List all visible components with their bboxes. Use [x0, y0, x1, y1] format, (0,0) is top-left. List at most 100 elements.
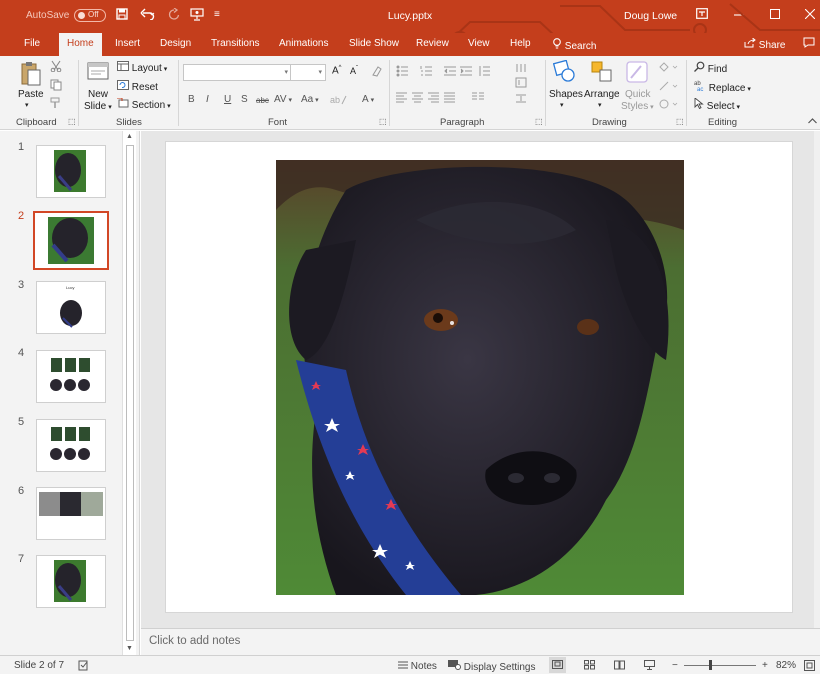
collapse-ribbon-icon[interactable] — [808, 116, 817, 126]
comments-icon[interactable] — [803, 37, 815, 51]
user-name[interactable]: Doug Lowe — [624, 10, 677, 22]
bold-button[interactable]: B — [188, 94, 195, 105]
new-slide-icon[interactable] — [86, 60, 110, 87]
grow-font-button[interactable]: A^ — [332, 65, 342, 76]
notes-placeholder[interactable]: Click to add notes — [149, 635, 240, 647]
reading-view-button[interactable] — [614, 660, 625, 673]
case-label: Aa — [301, 94, 314, 105]
editor-scrollbar[interactable] — [814, 131, 820, 628]
fit-to-window-icon[interactable] — [804, 660, 815, 674]
drawing-launcher-icon[interactable]: ⬚ — [676, 117, 684, 126]
highlight-icon[interactable]: ab — [330, 94, 350, 109]
ribbon-display-icon[interactable] — [696, 8, 708, 22]
scroll-up-icon[interactable]: ▲ — [126, 133, 133, 140]
slide-thumbnail-6[interactable] — [36, 487, 106, 540]
clear-formatting-icon[interactable] — [371, 65, 383, 80]
dog-photo[interactable] — [276, 160, 684, 595]
font-color-button[interactable]: A ▾ — [362, 94, 374, 105]
tab-view[interactable]: View — [468, 38, 490, 49]
chevron-down-icon[interactable]: ▾ — [598, 101, 602, 109]
cut-icon[interactable] — [50, 60, 62, 75]
chevron-down-icon[interactable]: ▾ — [560, 101, 564, 109]
italic-button[interactable]: I — [206, 94, 209, 105]
close-icon[interactable] — [804, 8, 816, 22]
slide-thumbnail-1[interactable] — [36, 145, 106, 198]
shapes-button[interactable]: Shapes — [549, 89, 583, 100]
character-spacing-button[interactable]: AV ▾ — [274, 94, 292, 105]
font-size-combobox[interactable]: ▾ — [290, 64, 326, 81]
zoom-level[interactable]: 82% — [776, 660, 796, 671]
spelling-icon[interactable] — [78, 660, 89, 674]
maximize-icon[interactable] — [770, 8, 780, 22]
section-button[interactable]: Section ▾ — [117, 97, 171, 111]
paste-dropdown-icon[interactable]: ▾ — [25, 101, 29, 109]
slide-thumbnail-2[interactable] — [33, 211, 109, 270]
shape-fill-icon[interactable] — [658, 61, 678, 76]
reset-button[interactable]: Reset — [117, 80, 158, 93]
paragraph-controls[interactable] — [396, 64, 536, 110]
shape-effects-icon[interactable] — [658, 98, 678, 113]
slide-thumbnail-7[interactable] — [36, 555, 106, 608]
normal-view-button[interactable] — [549, 657, 566, 673]
notes-pane[interactable]: Click to add notes — [141, 628, 820, 655]
layout-button[interactable]: Layout ▾ — [117, 61, 167, 74]
new-slide-button[interactable]: Slide ▾ — [84, 101, 112, 112]
copy-icon[interactable] — [50, 79, 64, 94]
tab-design[interactable]: Design — [160, 38, 191, 49]
new-slide-label-1[interactable]: New — [88, 89, 108, 100]
slide-4-preview — [50, 358, 90, 391]
tab-transitions[interactable]: Transitions — [211, 38, 260, 49]
quick-styles-button[interactable]: Styles ▾ — [621, 101, 654, 112]
slideshow-button[interactable] — [644, 660, 655, 673]
scroll-down-icon[interactable]: ▼ — [126, 645, 133, 652]
tab-slideshow[interactable]: Slide Show — [349, 38, 399, 49]
tab-insert[interactable]: Insert — [115, 38, 140, 49]
slide-thumbnail-5[interactable] — [36, 419, 106, 472]
zoom-out-button[interactable]: − — [672, 660, 678, 671]
strikethrough-button[interactable]: abc — [256, 96, 269, 105]
align-text-icon — [516, 94, 526, 103]
arrange-icon[interactable] — [590, 60, 614, 87]
format-painter-icon[interactable] — [50, 97, 62, 112]
arrange-button[interactable]: Arrange — [584, 89, 620, 100]
tab-home[interactable]: Home — [59, 33, 102, 56]
minimize-icon[interactable] — [734, 8, 744, 22]
paste-icon[interactable] — [20, 60, 42, 91]
replace-button[interactable]: ab ac Replace ▾ — [694, 80, 751, 94]
search-box[interactable]: Search — [552, 38, 596, 52]
tab-animations[interactable]: Animations — [279, 38, 328, 49]
find-button[interactable]: Find — [694, 61, 727, 75]
quick-styles-icon[interactable] — [625, 60, 649, 87]
ribbon: Paste ▾ Clipboard ⬚ New Slide ▾ Layout ▾… — [0, 56, 820, 130]
tab-review[interactable]: Review — [416, 38, 449, 49]
tab-help[interactable]: Help — [510, 38, 531, 49]
zoom-slider-track[interactable] — [684, 665, 756, 666]
slide-number: 4 — [18, 347, 25, 359]
shrink-font-button[interactable]: Aˇ — [350, 66, 358, 76]
shapes-icon[interactable] — [552, 59, 577, 87]
slide-canvas[interactable] — [165, 141, 793, 613]
shape-outline-icon[interactable] — [658, 80, 678, 95]
slide-thumbnails-pane: 1 2 3 Lucy 4 5 6 7 ▲ ▼ — [0, 131, 140, 657]
share-button[interactable]: Share — [744, 37, 785, 51]
paragraph-launcher-icon[interactable]: ⬚ — [535, 117, 543, 126]
paste-button[interactable]: Paste — [18, 89, 44, 100]
notes-button[interactable]: Notes — [398, 660, 437, 672]
thumbnails-scrollbar[interactable]: ▲ ▼ — [122, 131, 136, 657]
scrollbar-thumb[interactable] — [126, 145, 134, 641]
slide-sorter-button[interactable] — [584, 660, 595, 673]
slide-thumbnail-4[interactable] — [36, 350, 106, 403]
zoom-slider-thumb[interactable] — [709, 660, 712, 670]
select-button[interactable]: Select ▾ — [694, 97, 740, 112]
font-launcher-icon[interactable]: ⬚ — [379, 117, 387, 126]
change-case-button[interactable]: Aa ▾ — [301, 94, 319, 105]
slide-thumbnail-3[interactable]: Lucy — [36, 281, 106, 334]
quick-styles-label-1[interactable]: Quick — [625, 89, 651, 100]
zoom-in-button[interactable]: + — [762, 660, 768, 671]
underline-button[interactable]: U — [224, 94, 231, 105]
shadow-button[interactable]: S — [241, 94, 248, 105]
clipboard-launcher-icon[interactable]: ⬚ — [68, 117, 76, 126]
display-settings-button[interactable]: Display Settings — [448, 660, 535, 673]
tab-file[interactable]: File — [24, 38, 40, 49]
font-name-combobox[interactable]: ▾ — [183, 64, 292, 81]
